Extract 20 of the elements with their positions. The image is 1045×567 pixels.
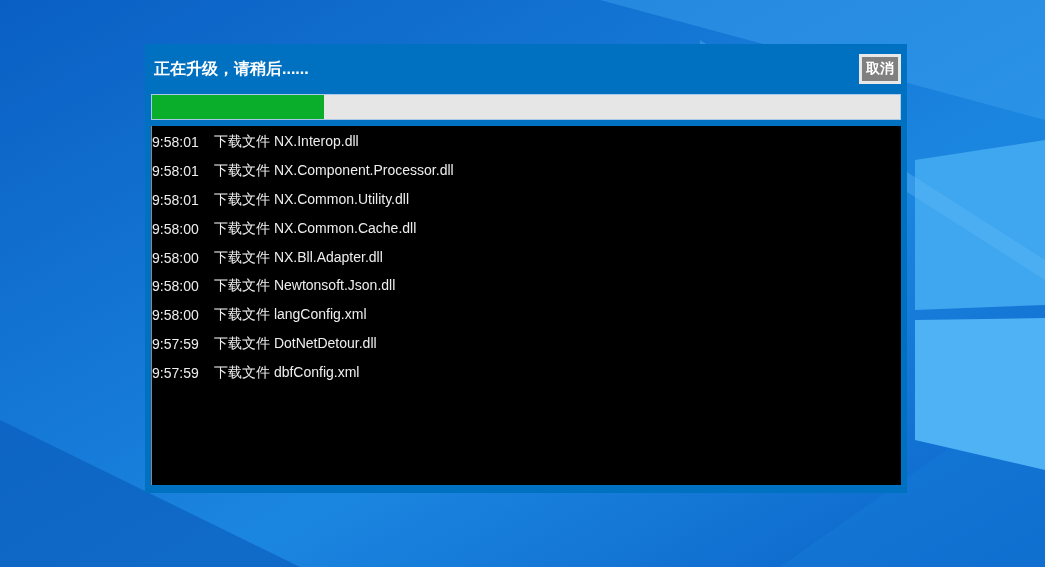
log-time: 9:58:01 <box>152 192 200 208</box>
log-time: 9:57:59 <box>152 364 200 381</box>
log-time: 9:57:59 <box>152 335 200 352</box>
log-time: 9:58:00 <box>152 220 200 237</box>
log-message: 下载文件 langConfig.xml <box>214 306 367 325</box>
log-time: 9:58:00 <box>152 249 200 266</box>
log-time: 9:58:01 <box>152 163 200 180</box>
log-message: 下载文件 NX.Interop.dll <box>214 133 359 152</box>
log-message: 下载文件 NX.Common.Utility.dll <box>214 191 409 209</box>
log-message: 下载文件 NX.Component.Processor.dll <box>214 162 454 181</box>
log-message: 下载文件 NX.Common.Cache.dll <box>214 219 417 238</box>
log-message: 下载文件 Newtonsoft.Json.dll <box>214 277 396 296</box>
cancel-button[interactable]: 取消 <box>859 54 901 84</box>
log-message: 下载文件 dbfConfig.xml <box>214 363 360 382</box>
dialog-title: 正在升级，请稍后...... <box>153 58 309 79</box>
log-time: 9:58:00 <box>152 278 200 295</box>
log-message: 下载文件 NX.Bll.Adapter.dll <box>214 248 383 267</box>
log-message: 下载文件 DotNetDetour.dll <box>214 334 377 353</box>
log-time: 9:58:00 <box>152 307 200 324</box>
log-time: 9:58:01 <box>152 134 200 151</box>
